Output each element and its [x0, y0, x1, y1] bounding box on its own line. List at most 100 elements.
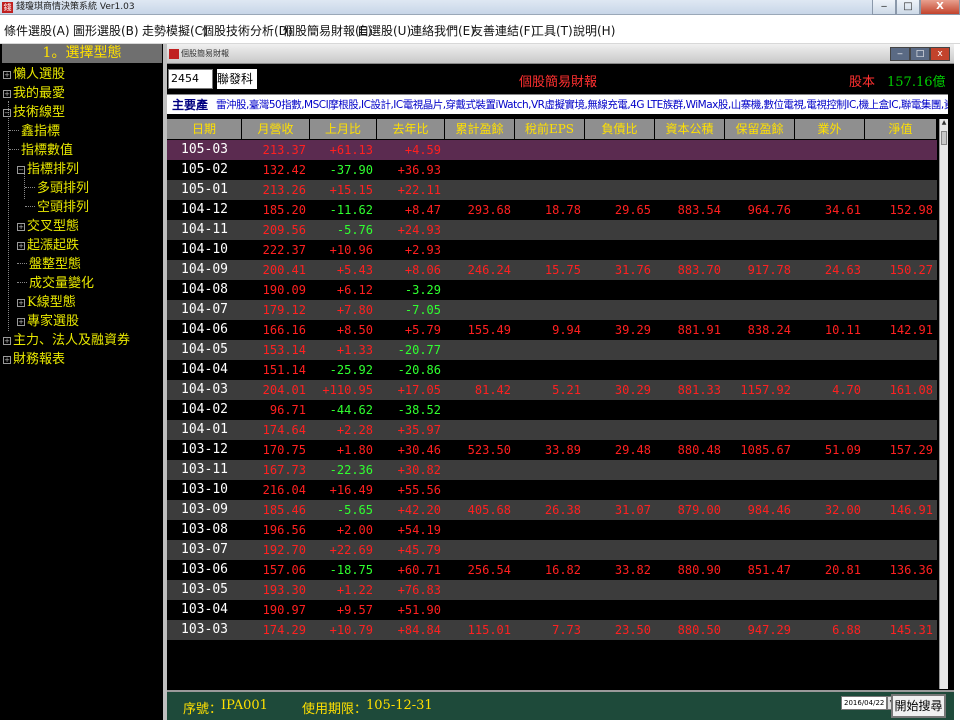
menu-tools[interactable]: 工具(T)	[532, 22, 573, 39]
tree-item-xin-indicator[interactable]: 鑫指標	[9, 123, 60, 141]
window-minimize-button[interactable]: ‒	[872, 0, 896, 15]
window-close-button[interactable]: X	[920, 0, 960, 15]
tree-item-favorites[interactable]: + 我的最愛	[3, 85, 65, 103]
menu-trend-simulation[interactable]: 走勢模擬(C)	[142, 22, 208, 39]
app-logo-icon: 錢	[2, 2, 13, 13]
cell-date: 103-06	[181, 562, 228, 577]
table-row[interactable]: 104-08 190.09 +6.12 -3.29	[167, 280, 937, 300]
tree-item-volume-change[interactable]: 成交量變化	[17, 275, 94, 293]
table-row[interactable]: 104-12 185.20 -11.62 +8.47 293.68 18.78 29.65 8…	[167, 200, 937, 220]
expand-icon[interactable]: +	[3, 90, 11, 98]
menu-watchlist[interactable]: 自選股(U)	[357, 22, 411, 39]
tree-item-indicator-values[interactable]: 指標數值	[9, 142, 73, 160]
expand-icon[interactable]: +	[17, 318, 25, 326]
table-row[interactable]: 103-05 193.30 +1.22 +76.83	[167, 580, 937, 600]
menu-contact-us[interactable]: 連絡我們(E)	[410, 22, 475, 39]
table-row[interactable]: 103-07 192.70 +22.69 +45.79	[167, 540, 937, 560]
table-row[interactable]: 104-10 222.37 +10.96 +2.93	[167, 240, 937, 260]
column-header-monthly-revenue[interactable]: 月營收	[242, 119, 310, 139]
expand-icon[interactable]: +	[3, 356, 11, 364]
expand-icon[interactable]: +	[17, 299, 25, 307]
child-maximize-button[interactable]: □	[910, 47, 930, 61]
menu-friendly-links[interactable]: 友善連結(F)	[471, 22, 535, 39]
tree-item-consolidation[interactable]: 盤整型態	[17, 256, 81, 274]
table-row[interactable]: 104-06 166.16 +8.50 +5.79 155.49 9.94 39.29 881…	[167, 320, 937, 340]
tree-item-cross-patterns[interactable]: + 交叉型態	[17, 218, 79, 236]
scroll-thumb[interactable]	[941, 131, 947, 145]
tree-item-rise-fall-start[interactable]: + 起漲起跌	[17, 237, 79, 255]
table-row[interactable]: 103-08 196.56 +2.00 +54.19	[167, 520, 937, 540]
table-row[interactable]: 105-02 132.42 -37.90 +36.93	[167, 160, 937, 180]
cell-pretax-eps	[515, 280, 585, 300]
cell-date: 103-10	[181, 482, 228, 497]
tree-item-financial-statements[interactable]: + 財務報表	[3, 351, 65, 369]
table-row[interactable]: 104-03 204.01 +110.95 +17.05 81.42 5.21 30.29 8…	[167, 380, 937, 400]
expand-icon[interactable]: +	[3, 337, 11, 345]
menu-technical-analysis[interactable]: 個股技術分析(D)	[202, 22, 293, 39]
menu-help[interactable]: 說明(H)	[573, 22, 615, 39]
tree-item-bearish-alignment[interactable]: 空頭排列	[25, 199, 89, 217]
cell-debt-ratio	[585, 300, 655, 320]
tree-item-expert-picks[interactable]: + 專家選股	[17, 313, 79, 331]
table-row[interactable]: 103-03 174.29 +10.79 +84.84 115.01 7.73 23.50 8…	[167, 620, 937, 640]
tree-item-bullish-alignment[interactable]: 多頭排列	[25, 180, 89, 198]
child-minimize-button[interactable]: ‒	[890, 47, 910, 61]
table-row[interactable]: 104-11 209.56 -5.76 +24.93	[167, 220, 937, 240]
table-row[interactable]: 105-01 213.26 +15.15 +22.11	[167, 180, 937, 200]
table-row[interactable]: 103-11 167.73 -22.36 +30.82	[167, 460, 937, 480]
expand-icon[interactable]: +	[17, 242, 25, 250]
column-header-capital-reserve[interactable]: 資本公積	[655, 119, 725, 139]
cell-debt-ratio	[585, 400, 655, 420]
tree-item-candlestick[interactable]: + K線型態	[17, 294, 76, 312]
table-row[interactable]: 103-06 157.06 -18.75 +60.71 256.54 16.82 33.82…	[167, 560, 937, 580]
cell-capital-reserve	[655, 360, 725, 380]
expand-icon[interactable]: +	[17, 223, 25, 231]
stock-code-input[interactable]: 2454	[168, 69, 213, 89]
tree-item-institutional[interactable]: + 主力、法人及融資券	[3, 332, 130, 350]
table-row[interactable]: 104-05 153.14 +1.33 -20.77	[167, 340, 937, 360]
cell-mom-change: +8.50	[336, 323, 373, 337]
collapse-icon[interactable]: −	[17, 166, 25, 174]
table-row[interactable]: 103-12 170.75 +1.80 +30.46 523.50 33.89 29.48 8…	[167, 440, 937, 460]
table-row[interactable]: 104-07 179.12 +7.80 -7.05	[167, 300, 937, 320]
child-close-button[interactable]: x	[930, 47, 950, 61]
table-row[interactable]: 103-10 216.04 +16.49 +55.56	[167, 480, 937, 500]
column-header-date[interactable]: 日期	[167, 119, 242, 139]
cell-monthly-revenue: 192.70	[262, 543, 306, 557]
collapse-icon[interactable]: −	[3, 109, 11, 117]
table-row[interactable]: 103-09 185.46 -5.65 +42.20 405.68 26.38 31.07 8…	[167, 500, 937, 520]
cell-pretax-eps	[515, 180, 585, 200]
start-search-button[interactable]: 開始搜尋	[891, 694, 946, 718]
column-header-cumulative-earnings[interactable]: 累計盈餘	[445, 119, 515, 139]
column-header-pretax-eps[interactable]: 稅前EPS	[515, 119, 585, 139]
cell-monthly-revenue: 213.26	[262, 183, 306, 197]
tree-item-indicator-alignment[interactable]: − 指標排列	[17, 161, 79, 179]
column-header-debt-ratio[interactable]: 負債比	[585, 119, 655, 139]
menu-chart-select[interactable]: 圖形選股(B)	[73, 22, 139, 39]
column-header-non-operating[interactable]: 業外	[795, 119, 865, 139]
scroll-up-icon[interactable]: ▲	[940, 119, 948, 129]
table-row[interactable]: 104-01 174.64 +2.28 +35.97	[167, 420, 937, 440]
column-header-net-worth[interactable]: 淨值	[865, 119, 937, 139]
tree-item-lazy-picks[interactable]: + 懶人選股	[3, 66, 65, 84]
date-picker-input[interactable]: 2016/04/22	[841, 696, 887, 710]
tree-item-technical-patterns[interactable]: − 技術線型	[3, 104, 65, 122]
menu-condition-select[interactable]: 條件選股(A)	[4, 22, 70, 39]
table-row[interactable]: 104-02 96.71 -44.62 -38.52	[167, 400, 937, 420]
table-row[interactable]: 104-09 200.41 +5.43 +8.06 246.24 15.75 31.76 88…	[167, 260, 937, 280]
cell-debt-ratio: 31.76	[614, 263, 651, 277]
cell-net-worth	[865, 240, 937, 260]
column-header-mom-change[interactable]: 上月比	[310, 119, 377, 139]
table-row[interactable]: 103-04 190.97 +9.57 +51.90	[167, 600, 937, 620]
table-scrollbar[interactable]: ▲	[939, 119, 948, 689]
expand-icon[interactable]: +	[3, 71, 11, 79]
cell-debt-ratio	[585, 340, 655, 360]
cell-yoy-change: -3.29	[404, 283, 441, 297]
table-row[interactable]: 104-04 151.14 -25.92 -20.86	[167, 360, 937, 380]
column-header-yoy-change[interactable]: 去年比	[377, 119, 445, 139]
table-row[interactable]: 105-03 213.37 +61.13 +4.59	[167, 140, 937, 160]
column-header-retained-earnings[interactable]: 保留盈餘	[725, 119, 795, 139]
tree-panel-header: 1。選擇型態	[2, 44, 162, 63]
window-maximize-button[interactable]: □	[896, 0, 920, 15]
cell-date: 103-08	[181, 522, 228, 537]
